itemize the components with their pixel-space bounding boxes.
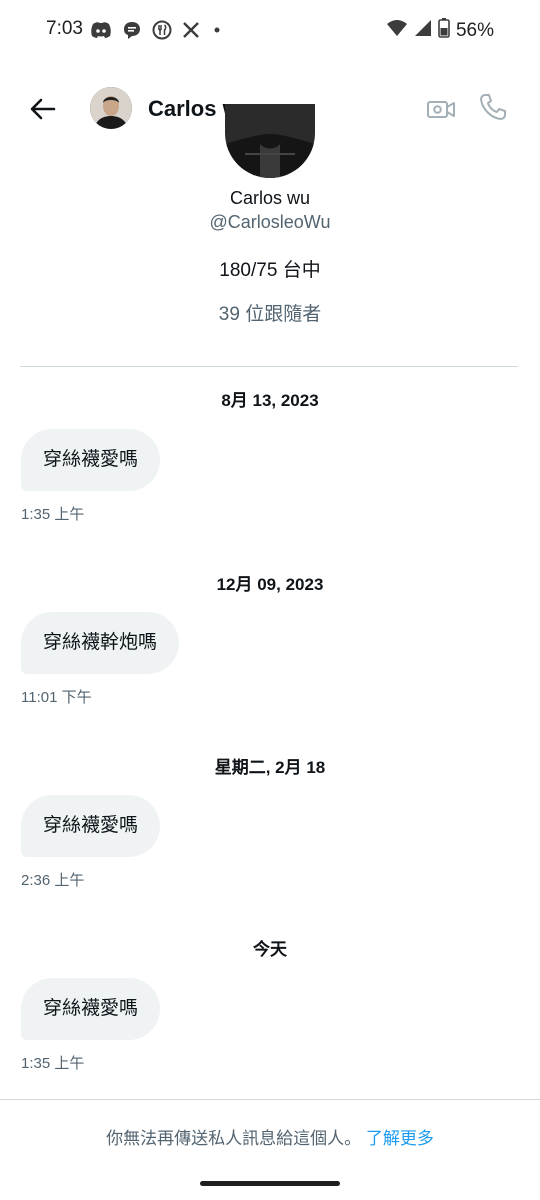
avatar[interactable]: [90, 87, 132, 129]
profile-handle: @CarlosleoWu: [209, 212, 331, 232]
system-icons: 56%: [386, 18, 494, 43]
phone-icon: [480, 94, 506, 120]
message-bubble[interactable]: 穿絲襪愛嗎: [21, 978, 161, 1040]
notice-text: 你無法再傳送私人訊息給這個人。: [106, 1129, 362, 1148]
back-button[interactable]: [26, 92, 60, 126]
signal-icon: [414, 19, 432, 42]
message-bubble[interactable]: 穿絲襪幹炮嗎: [21, 612, 180, 674]
date-separator: 12月 09, 2023: [216, 575, 324, 594]
date-separator: 今天: [253, 940, 287, 959]
dot-icon: [210, 23, 224, 37]
arrow-left-icon: [30, 98, 56, 120]
message-time: 1:35 上午: [21, 506, 85, 523]
gesture-nav-handle[interactable]: [200, 1181, 340, 1186]
battery-percent: 56%: [455, 19, 494, 41]
date-separator: 星期二, 2月 18: [214, 758, 326, 777]
discord-icon: [90, 21, 112, 39]
message-time: 1:35 上午: [21, 1055, 85, 1072]
chat-icon: [122, 20, 142, 40]
profile-bio: 180/75 台中: [219, 260, 321, 281]
date-separator: 8月 13, 2023: [221, 391, 319, 410]
profile-avatar[interactable]: [225, 104, 315, 178]
footer-divider: [0, 1099, 540, 1100]
followers-count[interactable]: 39 位跟隨者: [0, 299, 540, 326]
video-camera-icon: [427, 101, 455, 118]
learn-more-link[interactable]: 了解更多: [366, 1129, 434, 1148]
message-bubble[interactable]: 穿絲襪愛嗎: [21, 795, 161, 857]
dm-disabled-notice: 你無法再傳送私人訊息給這個人。 了解更多: [0, 1124, 540, 1149]
message-time: 2:36 上午: [21, 872, 85, 889]
status-bar: 7:03 56%: [0, 0, 540, 64]
profile-name: Carlos wu: [229, 188, 311, 208]
status-time: 7:03: [46, 18, 83, 39]
message-time: 11:01 下午: [21, 689, 92, 706]
divider: [20, 366, 518, 367]
phone-call-button[interactable]: [478, 92, 508, 122]
fork-knife-icon: [152, 20, 172, 40]
x-icon: [182, 21, 200, 39]
message-bubble[interactable]: 穿絲襪愛嗎: [21, 429, 161, 491]
notification-icons: [90, 20, 224, 40]
battery-icon: [438, 18, 450, 43]
video-call-button[interactable]: [426, 94, 456, 124]
wifi-icon: [386, 19, 408, 42]
